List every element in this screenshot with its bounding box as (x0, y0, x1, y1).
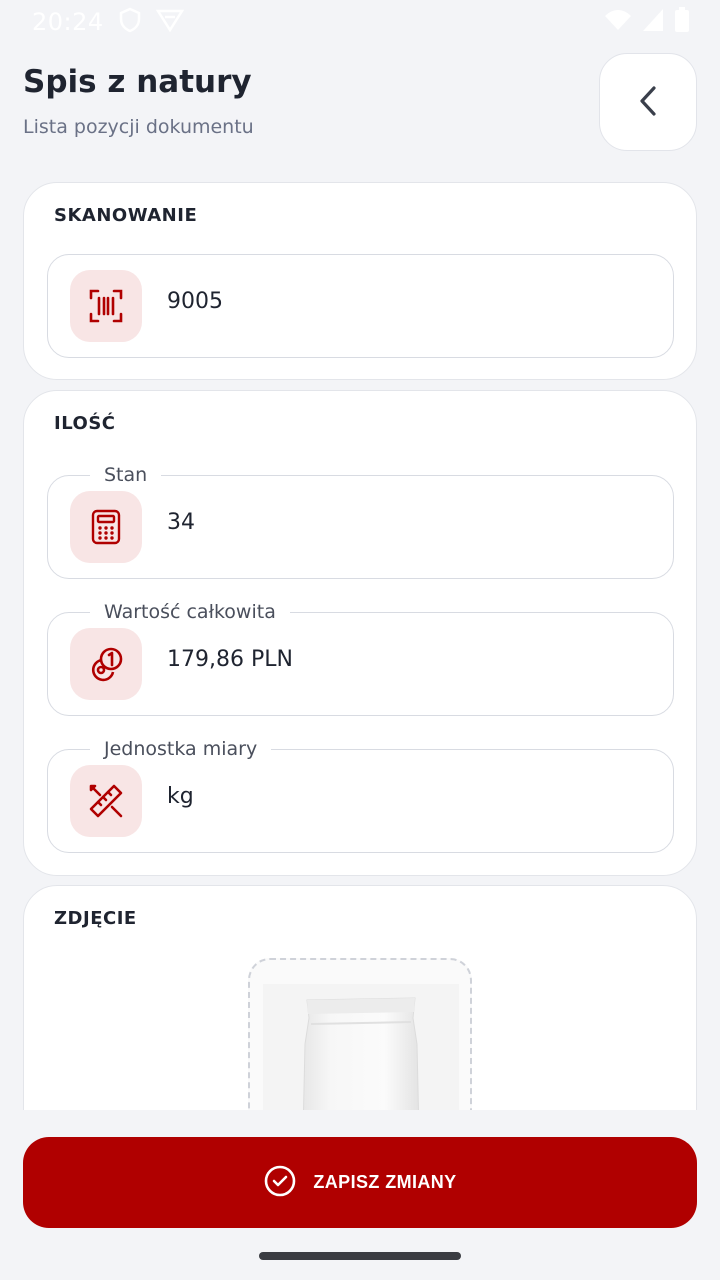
status-time: 20:24 (32, 8, 104, 36)
status-left: 20:24 (32, 7, 184, 37)
signal-icon (642, 8, 664, 36)
save-changes-label: ZAPISZ ZMIANY (313, 1172, 457, 1192)
quantity-section-title: ILOŚĆ (54, 413, 116, 434)
photo-card: ZDJĘCIE (23, 885, 697, 1110)
status-bar: 20:24 (0, 0, 720, 44)
shield-icon (118, 7, 142, 37)
barcode-scan-icon[interactable] (70, 270, 142, 342)
save-changes-button[interactable]: ZAPISZ ZMIANY (23, 1137, 697, 1228)
unit-field[interactable]: Jednostka miary kg (47, 736, 674, 853)
back-button[interactable] (599, 53, 697, 151)
product-photo (263, 984, 459, 1110)
status-right (604, 7, 690, 37)
stock-label: Stan (90, 462, 162, 488)
page-title: Spis z natury (23, 64, 252, 100)
stock-field[interactable]: Stan 34 (47, 462, 674, 579)
ruler-pencil-icon (70, 765, 142, 837)
page-subtitle: Lista pozycji dokumentu (23, 116, 254, 138)
header: Spis z natury Lista pozycji dokumentu (0, 52, 720, 152)
wifi-icon (604, 8, 632, 36)
home-indicator[interactable] (259, 1252, 461, 1260)
barcode-field[interactable]: 9005 (47, 254, 674, 358)
chevron-left-icon (636, 84, 660, 121)
stock-value: 34 (167, 510, 195, 535)
content-scroll[interactable]: SKANOWANIE 9005 ILOŚĆ Stan 34 Wartość ca… (0, 180, 720, 1110)
scanning-section-title: SKANOWANIE (54, 205, 198, 226)
total-value-label: Wartość całkowita (90, 599, 290, 625)
photo-section-title: ZDJĘCIE (54, 908, 137, 929)
battery-icon (674, 7, 690, 37)
photo-frame[interactable] (248, 958, 472, 1110)
scanning-card: SKANOWANIE 9005 (23, 182, 697, 380)
bottom-action-bar: ZAPISZ ZMIANY (0, 1110, 720, 1280)
unit-label: Jednostka miary (90, 736, 272, 762)
calculator-icon (70, 491, 142, 563)
total-value-field[interactable]: Wartość całkowita 179,86 PLN (47, 599, 674, 716)
barcode-value: 9005 (167, 289, 223, 314)
check-circle-icon (263, 1164, 297, 1201)
total-value: 179,86 PLN (167, 647, 293, 672)
coins-icon (70, 628, 142, 700)
quantity-card: ILOŚĆ Stan 34 Wartość całkowita 179,86 P… (23, 390, 697, 876)
unit-value: kg (167, 784, 194, 809)
vpn-icon (155, 8, 184, 36)
